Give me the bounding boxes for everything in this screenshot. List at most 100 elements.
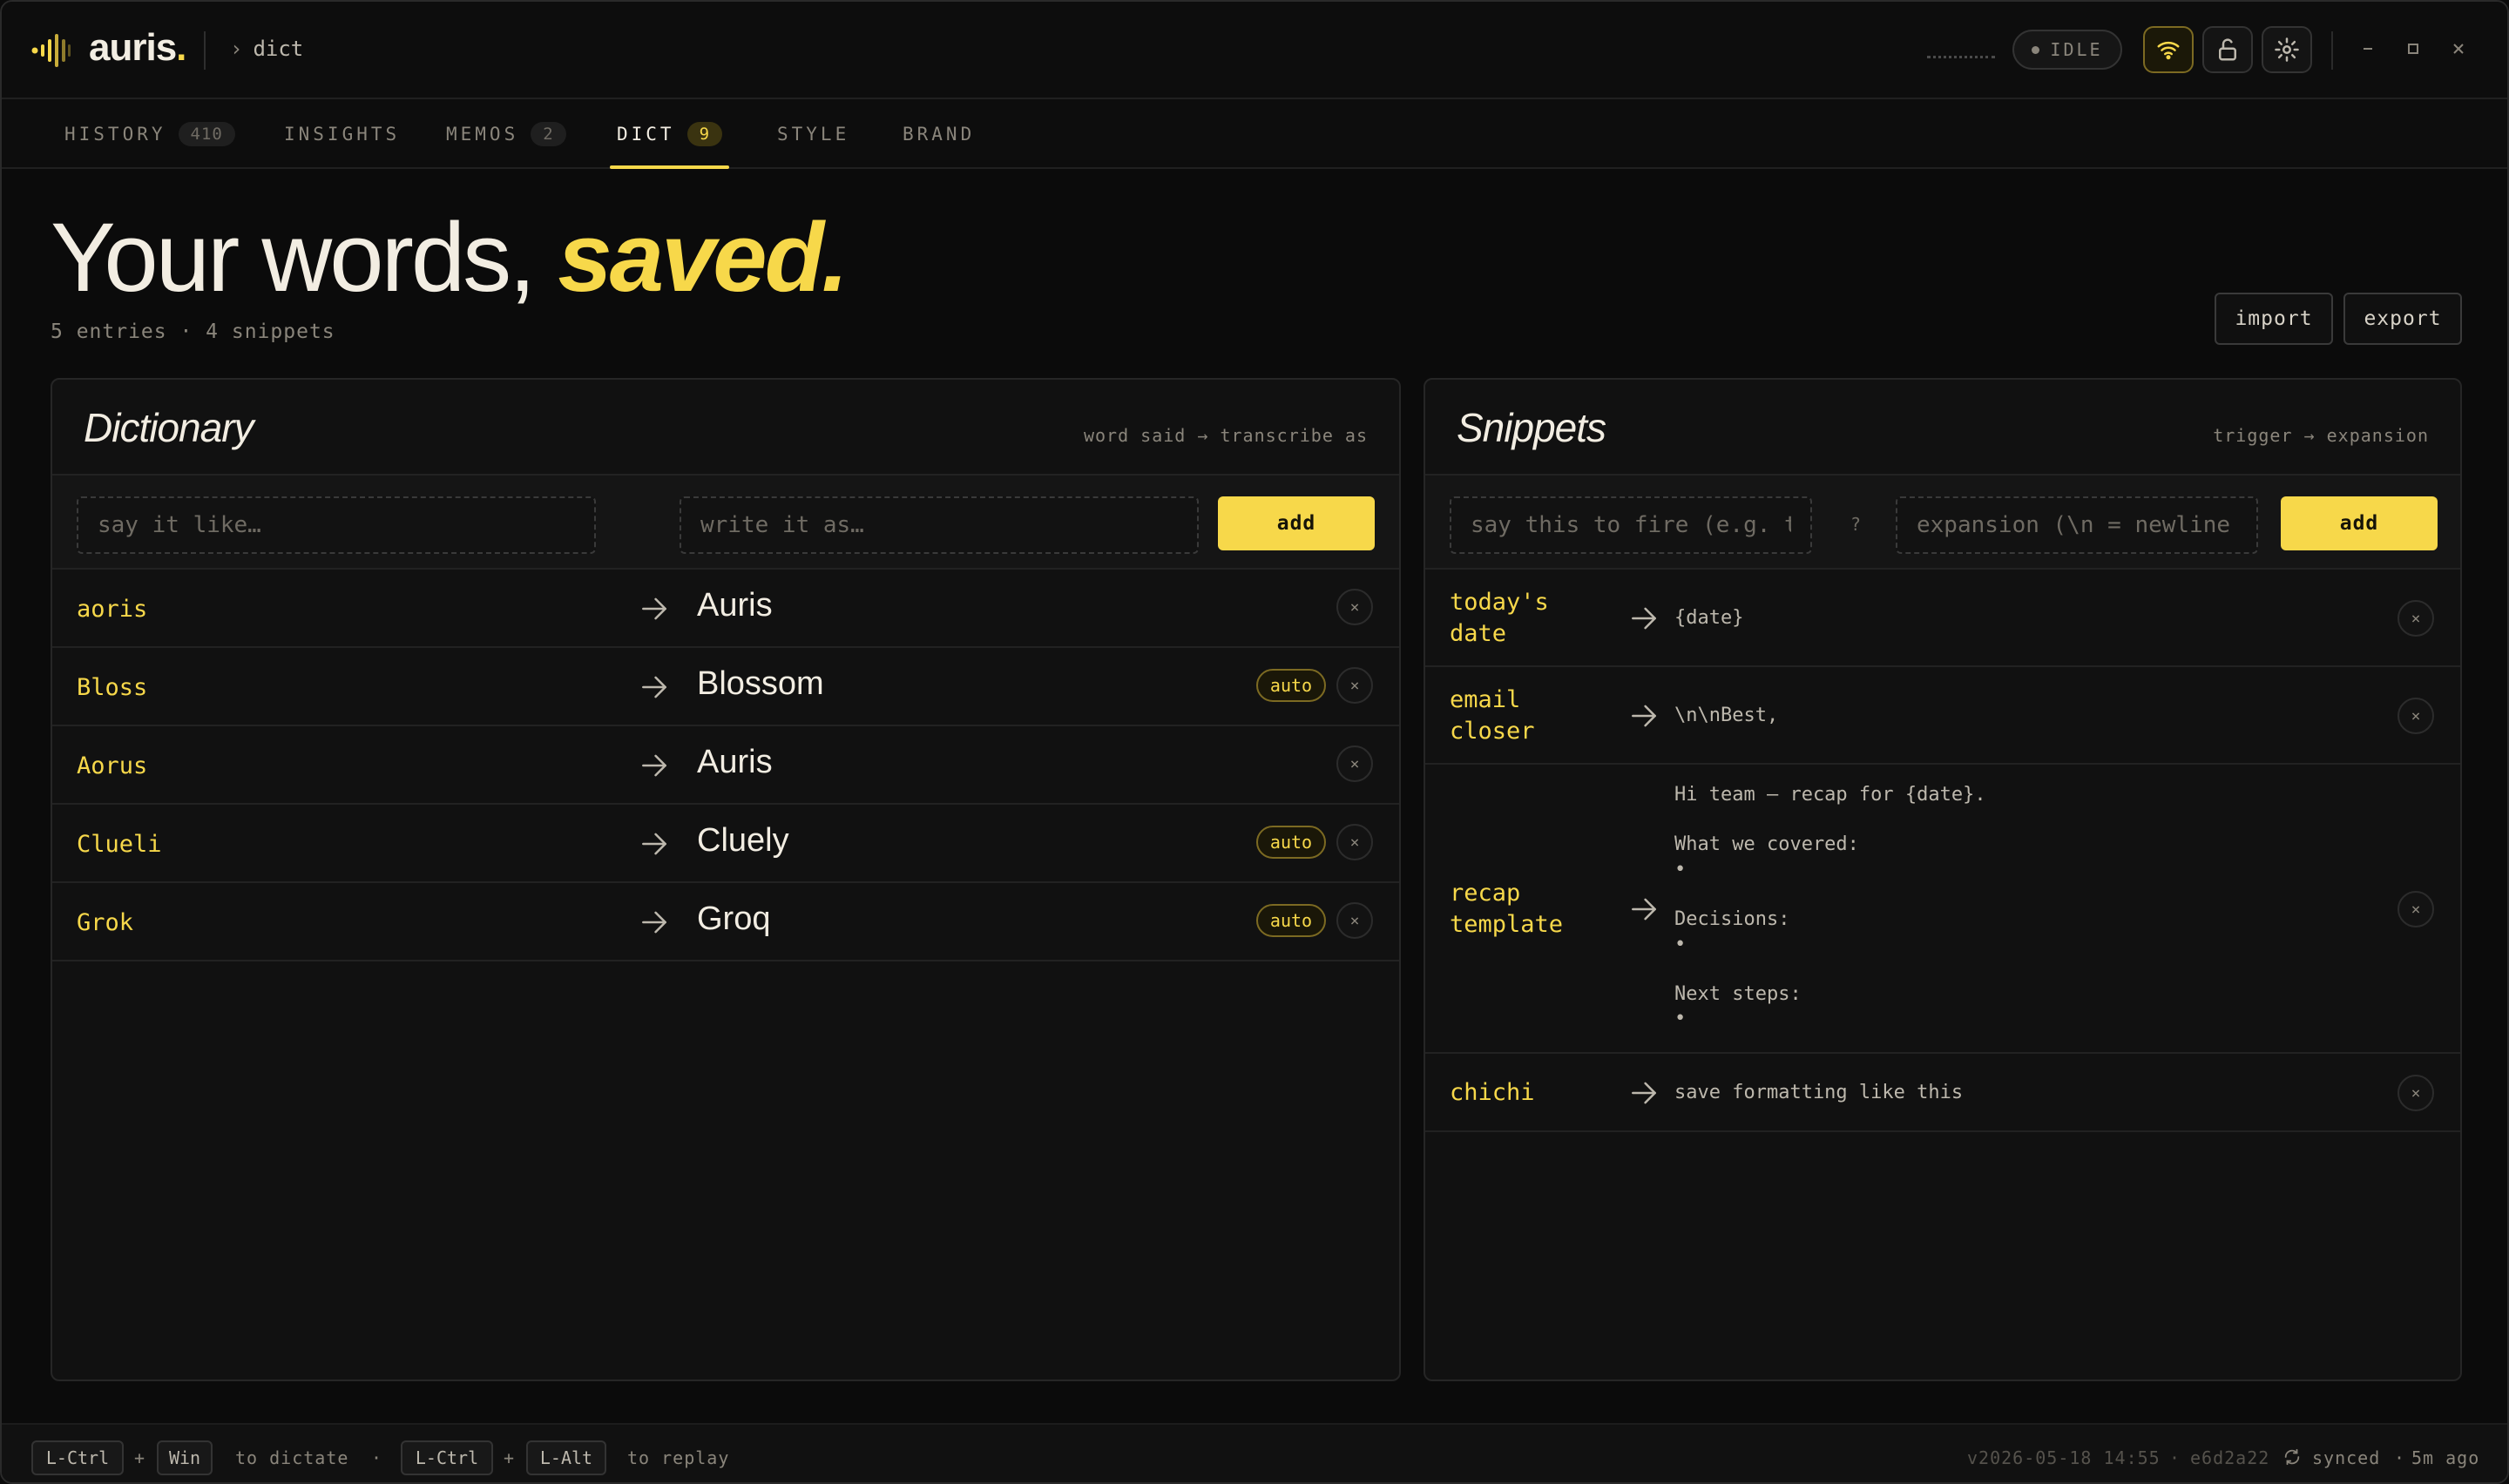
remove-entry-button[interactable]: × (1336, 745, 1373, 782)
wifi-icon (2157, 41, 2180, 60)
unlock-icon (2219, 38, 2236, 61)
settings-button[interactable] (2262, 26, 2312, 73)
snippet-expansion: {date} (1674, 606, 1744, 629)
page-title-accent: saved. (558, 203, 849, 312)
snippets-hint: trigger → expansion (2213, 425, 2429, 446)
tab-brand[interactable]: BRAND (903, 99, 975, 169)
minimize-icon (2364, 48, 2372, 50)
tab-label: DICT (617, 124, 675, 145)
snippet-row: recap template Hi team — recap for {date}… (1425, 765, 2460, 1054)
remove-entry-button[interactable]: × (1336, 824, 1373, 860)
auto-badge: auto (1256, 826, 1326, 859)
remove-snippet-button[interactable]: × (2397, 1075, 2434, 1111)
arrow-right-icon (638, 749, 671, 782)
tab-history[interactable]: HISTORY 410 (64, 99, 235, 169)
write-it-as-input[interactable] (680, 496, 1199, 554)
snippet-expansion: save formatting like this (1674, 1081, 1964, 1103)
snippet-row: today's date {date} × (1425, 570, 2460, 667)
remove-entry-button[interactable]: × (1336, 902, 1373, 939)
dictionary-hint: word said → transcribe as (1083, 425, 1368, 446)
arrow-right-icon (1627, 1076, 1660, 1110)
said-word: aoris (77, 596, 148, 623)
dictate-hint: to dictate (235, 1447, 349, 1468)
app-name: auris (89, 26, 177, 69)
separator: · (2169, 1447, 2181, 1468)
tab-count-badge: 2 (531, 122, 566, 146)
arrow-right-icon (1627, 602, 1660, 635)
key-win: Win (157, 1440, 213, 1475)
title-bar: auris. › dict IDLE (2, 2, 2507, 99)
commit-hash: e6d2a22 (2190, 1447, 2270, 1468)
page-title: Your words, saved. (51, 203, 849, 312)
remove-snippet-button[interactable]: × (2397, 600, 2434, 637)
dictionary-row: Aorus Auris × (52, 726, 1399, 805)
key-l-ctrl: L-Ctrl (31, 1440, 124, 1475)
remove-entry-button[interactable]: × (1336, 667, 1373, 704)
close-button[interactable] (2443, 33, 2474, 64)
tab-bar: HISTORY 410 INSIGHTS MEMOS 2 DICT 9 STYL… (2, 99, 2507, 169)
remove-entry-button[interactable]: × (1336, 589, 1373, 625)
dictionary-title: Dictionary (84, 405, 254, 450)
tab-count-badge: 410 (178, 122, 235, 146)
app-name-dot: . (176, 26, 186, 69)
auto-badge: auto (1256, 904, 1326, 937)
close-icon (2453, 44, 2464, 54)
tab-insights[interactable]: INSIGHTS (284, 99, 400, 169)
separator: · (2394, 1447, 2406, 1468)
add-snippet-button[interactable]: add (2281, 496, 2438, 550)
said-word: Bloss (77, 674, 148, 701)
snippet-row: email closer \n\nBest, × (1425, 667, 2460, 765)
snippet-trigger: email closer (1450, 686, 1535, 745)
minimize-button[interactable] (2352, 33, 2384, 64)
status-dot-icon (2032, 45, 2040, 54)
sync-time: 5m ago (2411, 1447, 2480, 1468)
expansion-input[interactable] (1896, 496, 2258, 554)
app-window: auris. › dict IDLE HISTORY 410 INSIGHTS … (0, 0, 2509, 1484)
help-icon[interactable]: ? (1850, 514, 1861, 535)
written-word: Auris (697, 587, 773, 624)
say-it-like-input[interactable] (77, 496, 596, 554)
sync-icon (2284, 1448, 2300, 1466)
arrow-right-icon (1627, 699, 1660, 732)
breadcrumb-current: dict (253, 37, 304, 61)
tab-count-badge: 9 (686, 122, 723, 146)
dictionary-row: Grok Groq auto × (52, 883, 1399, 961)
arrow-right-icon (638, 906, 671, 939)
dictionary-input-row: add (52, 474, 1399, 570)
plus-sign: + (134, 1447, 146, 1468)
gear-icon (2275, 37, 2299, 62)
said-word: Clueli (77, 831, 162, 858)
said-word: Grok (77, 909, 134, 936)
breadcrumb-chevron-icon: › (230, 37, 243, 61)
maximize-icon (2408, 44, 2418, 54)
snippet-row: chichi save formatting like this × (1425, 1054, 2460, 1132)
auto-badge: auto (1256, 669, 1326, 702)
remove-snippet-button[interactable]: × (2397, 891, 2434, 928)
breadcrumb: › dict (230, 37, 303, 61)
tab-memos[interactable]: MEMOS 2 (446, 99, 566, 169)
arrow-right-icon (1627, 893, 1660, 926)
page-title-text: Your words, (51, 203, 536, 312)
trigger-input[interactable] (1450, 496, 1812, 554)
maximize-button[interactable] (2397, 33, 2429, 64)
app-logo: auris. (89, 26, 186, 70)
tab-label: HISTORY (64, 124, 166, 145)
separator: · (371, 1447, 383, 1468)
lock-button[interactable] (2202, 26, 2253, 73)
add-dictionary-button[interactable]: add (1218, 496, 1375, 550)
tab-dict[interactable]: DICT 9 (609, 99, 730, 169)
arrow-right-icon (638, 592, 671, 625)
tab-label: MEMOS (446, 124, 519, 145)
snippet-expansion: Hi team — recap for {date}. What we cove… (1674, 784, 1986, 1030)
remove-snippet-button[interactable]: × (2397, 698, 2434, 734)
tab-style[interactable]: STYLE (777, 99, 849, 169)
tab-label: INSIGHTS (284, 124, 401, 145)
arrow-right-icon (638, 671, 671, 704)
divider (204, 31, 206, 70)
export-button[interactable]: export (2343, 293, 2462, 345)
replay-hint: to replay (627, 1447, 730, 1468)
key-l-ctrl: L-Ctrl (401, 1440, 493, 1475)
wifi-button[interactable] (2143, 26, 2194, 73)
import-button[interactable]: import (2215, 293, 2333, 345)
snippet-trigger: today's date (1450, 589, 1549, 648)
